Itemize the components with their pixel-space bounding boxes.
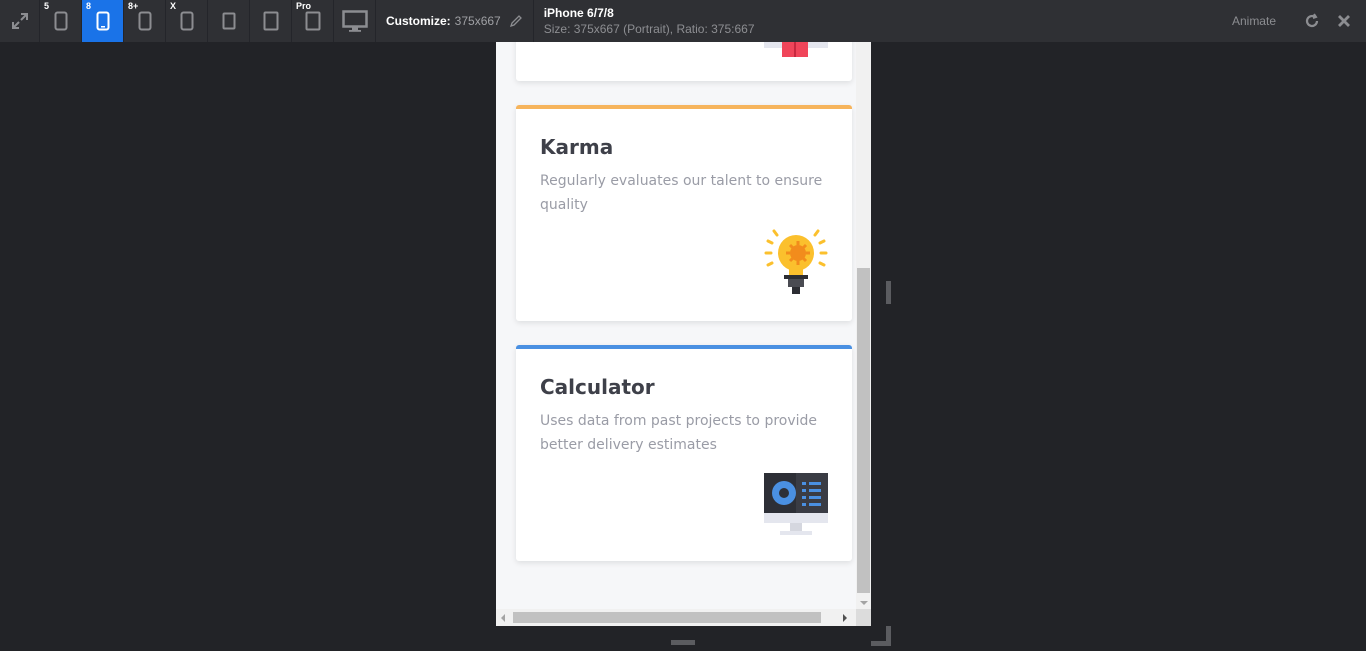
horizontal-scrollbar[interactable] xyxy=(496,609,856,626)
device-frame: Karma Regularly evaluates our talent to … xyxy=(496,42,871,626)
phone-icon xyxy=(222,12,235,30)
book-icon xyxy=(764,42,828,57)
phone-icon xyxy=(138,11,151,31)
card-description: Uses data from past projects to provide … xyxy=(540,413,818,453)
device-badge: 5 xyxy=(44,1,50,11)
tablet-icon xyxy=(305,11,320,31)
device-name: iPhone 6/7/8 xyxy=(543,5,614,20)
device-phone-button[interactable] xyxy=(208,0,250,42)
device-info: iPhone 6/7/8 Size: 375x667 (Portrait), R… xyxy=(534,0,755,42)
computer-icon xyxy=(764,473,828,535)
device-iphone-8-button[interactable]: 8 xyxy=(82,0,124,42)
lightbulb-icon xyxy=(764,229,828,294)
customize-value: 375x667 xyxy=(454,14,501,28)
scroll-down-arrow[interactable] xyxy=(860,601,868,605)
phone-icon xyxy=(54,11,67,31)
toolbar-right: Animate xyxy=(1232,0,1366,42)
phone-icon xyxy=(180,11,193,31)
close-icon xyxy=(1338,15,1350,27)
scroll-left-arrow[interactable] xyxy=(501,614,505,622)
device-desktop-button[interactable] xyxy=(334,0,376,42)
resize-handle-right[interactable] xyxy=(886,281,891,304)
device-iphone-x-button[interactable]: X xyxy=(166,0,208,42)
tablet-icon xyxy=(263,11,278,31)
vertical-scrollbar[interactable] xyxy=(856,42,871,609)
rotate-button[interactable] xyxy=(1296,13,1328,29)
card-title: Karma xyxy=(540,135,614,159)
device-iphone-8-plus-button[interactable]: 8+ xyxy=(124,0,166,42)
phone-icon xyxy=(96,11,109,31)
resize-handle-corner[interactable] xyxy=(871,626,891,646)
device-badge: Pro xyxy=(296,1,312,11)
device-tablet-button[interactable] xyxy=(250,0,292,42)
horizontal-scrollbar-thumb[interactable] xyxy=(513,612,821,623)
pencil-icon[interactable] xyxy=(509,14,523,28)
card-description: Regularly evaluates our talent to ensure… xyxy=(540,173,823,213)
card-title: Calculator xyxy=(540,375,655,399)
device-iphone-5-button[interactable]: 5 xyxy=(40,0,82,42)
expand-arrows-icon xyxy=(11,13,28,29)
device-tablet-pro-button[interactable]: Pro xyxy=(292,0,334,42)
device-badge: X xyxy=(170,1,177,11)
expand-button[interactable] xyxy=(0,0,40,42)
card-accent-bar xyxy=(516,345,852,349)
device-badge: 8 xyxy=(86,1,92,11)
scroll-right-arrow[interactable] xyxy=(843,614,847,622)
monitor-icon xyxy=(341,10,368,32)
card-accent-bar xyxy=(516,105,852,109)
close-button[interactable] xyxy=(1328,14,1360,28)
customize-label: Customize: xyxy=(386,14,451,28)
karma-card: Karma Regularly evaluates our talent to … xyxy=(516,105,852,321)
vertical-scrollbar-thumb[interactable] xyxy=(857,268,870,593)
resize-handle-bottom[interactable] xyxy=(671,640,695,645)
device-size: Size: 375x667 (Portrait), Ratio: 375:667 xyxy=(543,21,755,36)
customize-size-control[interactable]: Customize: 375x667 xyxy=(376,0,534,42)
responsive-toolbar: 5 8 8+ X Pro Customize: 375x667 iPhone 6… xyxy=(0,0,1366,42)
page-viewport: Karma Regularly evaluates our talent to … xyxy=(496,42,856,609)
device-badge: 8+ xyxy=(128,1,139,11)
scrollbar-corner xyxy=(856,609,871,626)
refresh-icon xyxy=(1305,13,1319,28)
calculator-card: Calculator Uses data from past projects … xyxy=(516,345,852,561)
previous-card xyxy=(516,42,852,81)
animate-toggle[interactable]: Animate xyxy=(1232,14,1276,28)
